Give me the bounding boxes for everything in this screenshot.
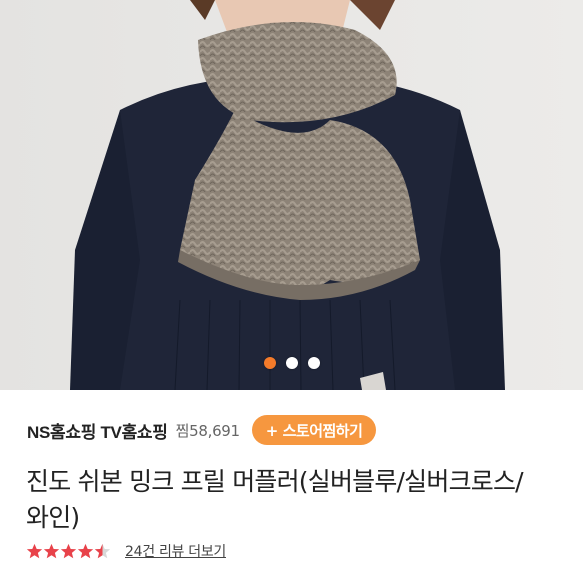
product-info: NS홈쇼핑 TV홈쇼핑 찜58,691 + 스토어찜하기 진도 쉬본 밍크 프릴…: [0, 390, 583, 583]
star-full-icon: [43, 543, 60, 558]
carousel-dots: [0, 357, 583, 369]
star-full-icon: [60, 543, 77, 558]
store-name-link[interactable]: NS홈쇼핑 TV홈쇼핑: [27, 418, 168, 443]
star-full-icon: [26, 543, 43, 558]
carousel-dot-1[interactable]: [263, 357, 276, 369]
review-more-link[interactable]: 24건 리뷰 더보기: [125, 541, 226, 561]
product-title: 진도 쉬본 밍크 프릴 머플러(실버블루/실버크로스/와인): [26, 467, 524, 532]
store-row: NS홈쇼핑 TV홈쇼핑 찜58,691 + 스토어찜하기: [27, 414, 563, 446]
product-photo: [0, 0, 583, 390]
star-full-icon: [77, 543, 94, 558]
zzim-count: 찜58,691: [175, 421, 240, 440]
store-follow-button[interactable]: + 스토어찜하기: [251, 415, 377, 445]
star-rating: [26, 543, 111, 560]
carousel-dot-2[interactable]: [285, 357, 298, 369]
star-half-icon: [94, 543, 111, 558]
product-image[interactable]: [0, 0, 583, 390]
carousel-dot-3[interactable]: [307, 357, 320, 369]
rating-row: 24건 리뷰 더보기: [26, 540, 226, 562]
